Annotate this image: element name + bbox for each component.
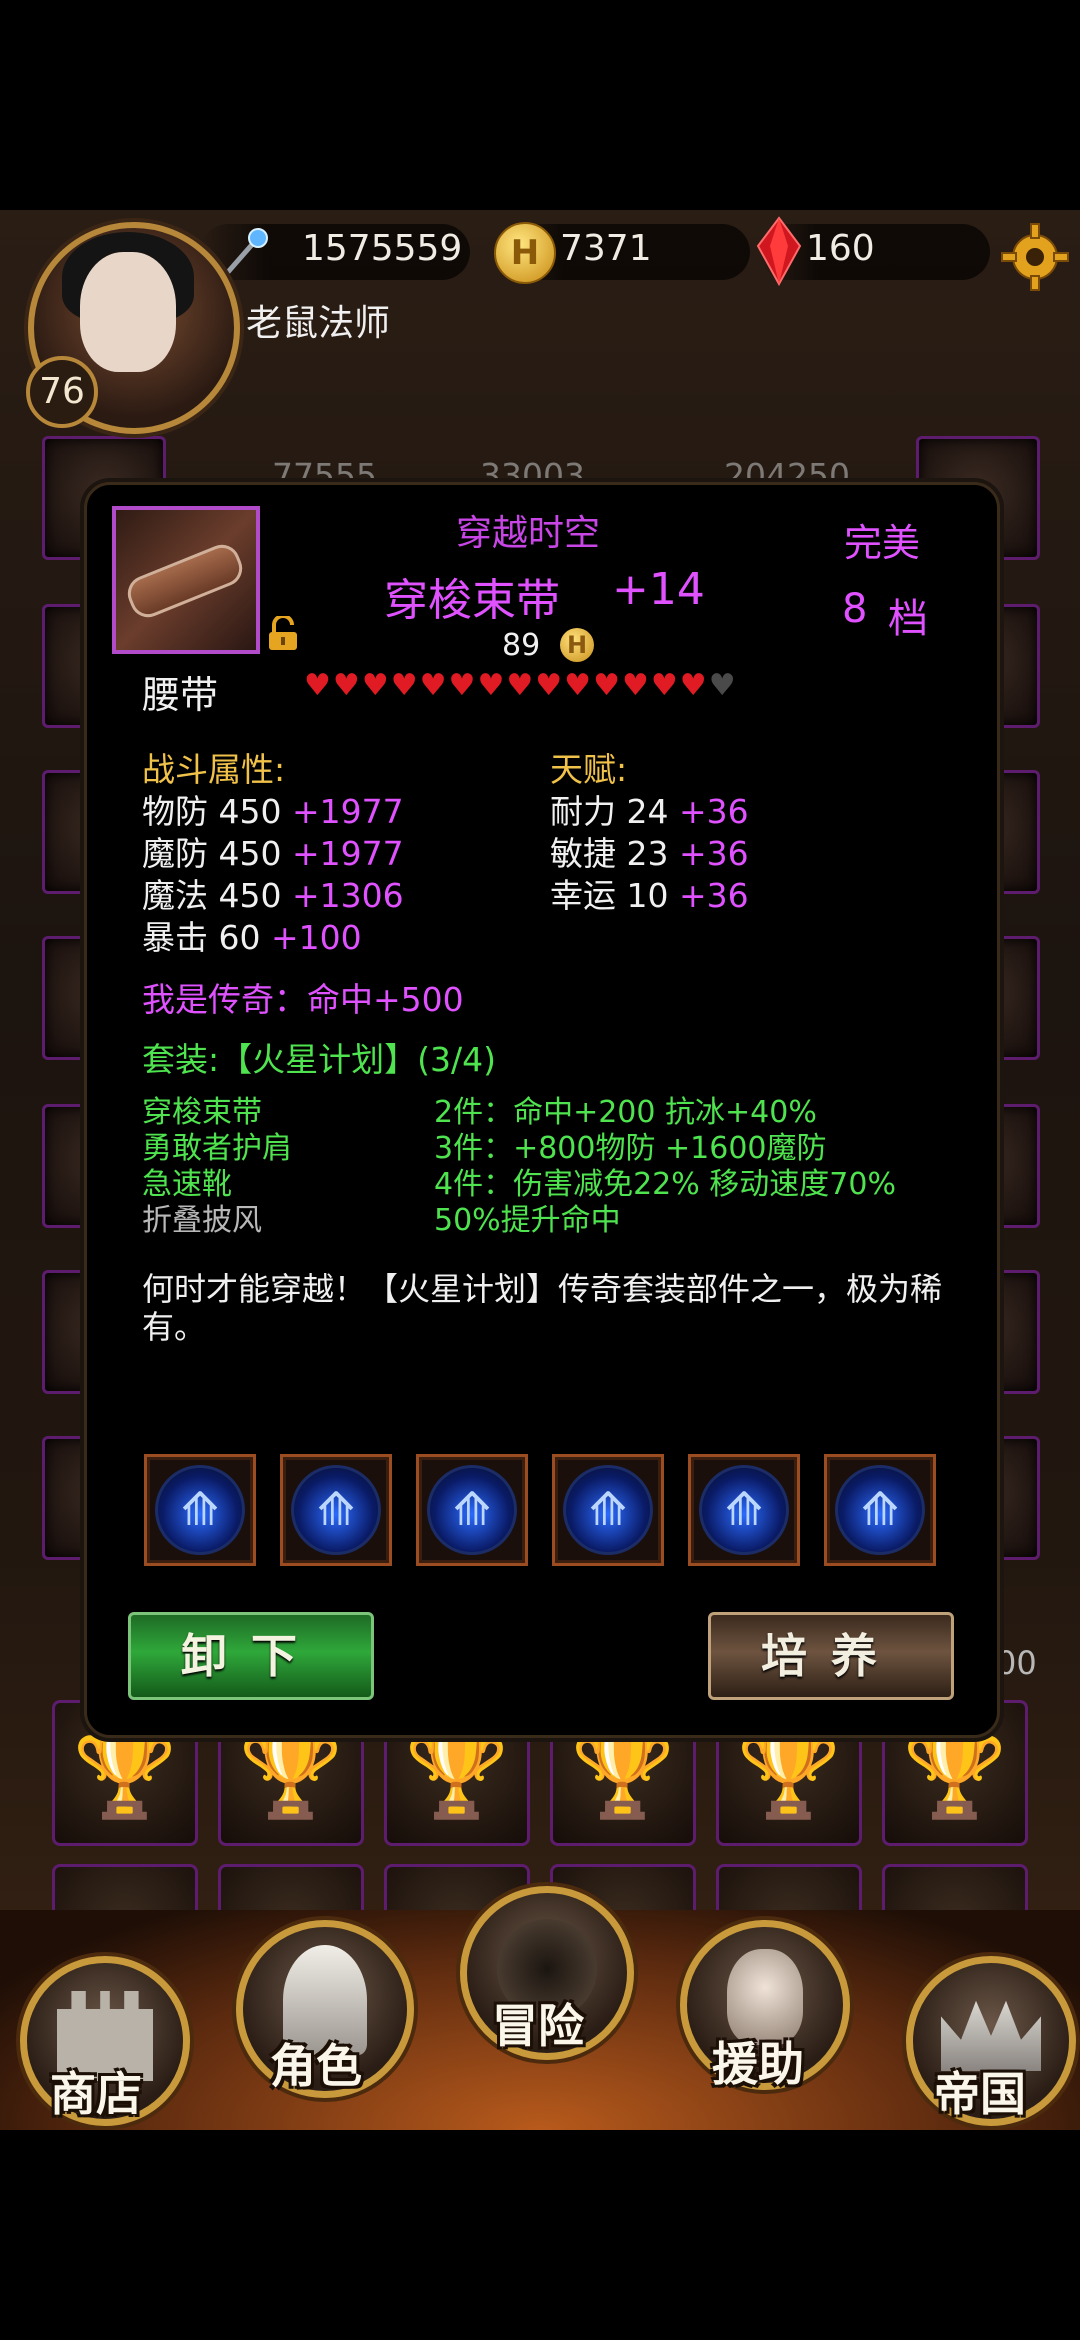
gem-socket[interactable]: ⟰ — [144, 1454, 256, 1566]
item-price: 89 — [502, 628, 541, 663]
trophy-icon: 🏆 — [238, 1725, 344, 1823]
talent-title: 天赋: — [550, 750, 628, 789]
trophy-icon: 🏆 — [902, 1725, 1008, 1823]
set-piece-missing: 折叠披风 — [142, 1203, 262, 1238]
combat-title: 战斗属性: — [142, 750, 286, 789]
heart-filled-icon: ♥ — [506, 668, 533, 703]
sapphire-gem-icon: ⟰ — [699, 1465, 789, 1555]
star-rating-hearts: ♥ ♥ ♥ ♥ ♥ ♥ ♥ ♥ ♥ ♥ ♥ ♥ ♥ ♥ ♥ — [304, 668, 738, 703]
sapphire-gem-icon: ⟰ — [835, 1465, 925, 1555]
staff-icon — [220, 226, 272, 278]
combat-stat-row: 魔法 450 +1306 — [142, 876, 404, 915]
gem-socket[interactable]: ⟰ — [416, 1454, 528, 1566]
item-quality: 完美 — [844, 521, 921, 565]
avatar-face — [80, 252, 176, 372]
gem-value: 160 — [806, 228, 875, 269]
sapphire-gem-icon: ⟰ — [563, 1465, 653, 1555]
trophy-icon: 🏆 — [404, 1725, 510, 1823]
sapphire-gem-icon: ⟰ — [155, 1465, 245, 1555]
level-badge: 76 — [26, 356, 98, 428]
unlock-icon[interactable] — [266, 614, 300, 652]
talent-stat-row: 耐力 24 +36 — [550, 792, 749, 831]
sapphire-gem-icon: ⟰ — [291, 1465, 381, 1555]
heart-filled-icon: ♥ — [332, 668, 360, 703]
gem-socket[interactable]: ⟰ — [824, 1454, 936, 1566]
coin-icon: H — [560, 628, 594, 662]
combat-stat-row: 魔防 450 +1977 — [142, 834, 404, 873]
sapphire-gem-icon: ⟰ — [427, 1465, 517, 1555]
set-bonus: 2件：命中+200 抗冰+40% — [434, 1095, 817, 1130]
set-bonus: 3件：+800物防 +1600魔防 — [434, 1131, 827, 1166]
set-piece: 急速靴 — [142, 1167, 232, 1202]
player-name: 老鼠法师 — [246, 303, 391, 344]
gem-socket[interactable]: ⟰ — [280, 1454, 392, 1566]
heart-filled-icon: ♥ — [679, 668, 707, 703]
heart-filled-icon: ♥ — [650, 668, 678, 703]
talent-stat-row: 幸运 10 +36 — [550, 876, 749, 915]
legend-bonus: 我是传奇：命中+500 — [142, 980, 464, 1019]
power-value: 1575559 — [302, 228, 463, 269]
gem-socket[interactable]: ⟰ — [688, 1454, 800, 1566]
heart-filled-icon: ♥ — [621, 668, 649, 703]
ruby-gem-icon — [756, 216, 802, 287]
item-slot-type: 腰带 — [142, 673, 219, 717]
bg-partial-number: 00 — [996, 1644, 1037, 1682]
set-piece: 勇敢者护肩 — [142, 1131, 292, 1166]
heart-filled-icon: ♥ — [535, 668, 562, 703]
trophy-icon: 🏆 — [72, 1725, 178, 1823]
combat-stat-row: 物防 450 +1977 — [142, 792, 404, 831]
talent-stat-row: 敏捷 23 +36 — [550, 834, 749, 873]
gear-icon[interactable] — [1000, 222, 1070, 292]
nav-empire-label: 帝国 — [934, 2067, 1026, 2121]
trophy-icon: 🏆 — [736, 1725, 842, 1823]
heart-filled-icon: ♥ — [564, 668, 591, 703]
item-grade: 8 — [842, 586, 868, 632]
trophy-icon: 🏆 — [570, 1725, 676, 1823]
heart-filled-icon: ♥ — [304, 668, 331, 703]
nav-character-label: 角色 — [270, 2039, 362, 2093]
item-grade-unit: 档 — [888, 596, 928, 642]
gold-coin-icon: H — [494, 222, 556, 284]
set-title: 套装:【火星计划】(3/4) — [142, 1040, 496, 1079]
nav-shop-label: 商店 — [50, 2067, 142, 2121]
item-description: 何时才能穿越！【火星计划】传奇套装部件之一，极为稀有。 — [142, 1270, 943, 1346]
heart-filled-icon: ♥ — [361, 668, 389, 703]
unequip-button[interactable]: 卸下 — [128, 1612, 374, 1700]
nav-support-label: 援助 — [712, 2037, 804, 2091]
set-bonus: 50%提升命中 — [434, 1203, 621, 1238]
item-name: 穿梭束带 — [384, 575, 560, 626]
combat-stat-row: 暴击 60 +100 — [142, 918, 362, 957]
item-enhance: +14 — [612, 564, 705, 615]
cultivate-button[interactable]: 培养 — [708, 1612, 954, 1700]
item-set-name: 穿越时空 — [456, 513, 601, 554]
heart-empty-icon: ♥ — [708, 668, 736, 703]
heart-filled-icon: ♥ — [390, 668, 418, 703]
set-bonus: 4件：伤害减免22% 移动速度70% — [434, 1167, 896, 1202]
gold-value: 7371 — [560, 228, 652, 269]
heart-filled-icon: ♥ — [593, 668, 620, 703]
heart-filled-icon: ♥ — [477, 668, 504, 703]
set-piece: 穿梭束带 — [142, 1095, 262, 1130]
nav-adventure-label: 冒险 — [492, 1999, 584, 2053]
heart-filled-icon: ♥ — [419, 668, 447, 703]
gem-socket[interactable]: ⟰ — [552, 1454, 664, 1566]
heart-filled-icon: ♥ — [448, 668, 476, 703]
